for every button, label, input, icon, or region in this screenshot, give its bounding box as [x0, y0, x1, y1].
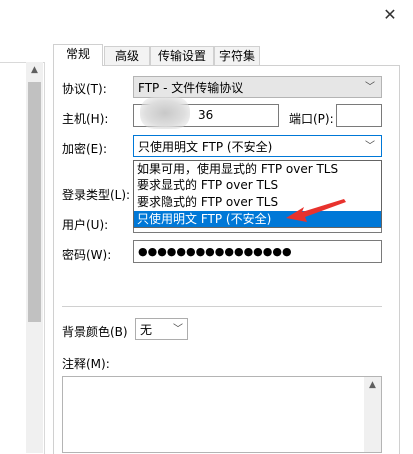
- scroll-up-icon[interactable]: ▲: [364, 377, 381, 394]
- scrollbar-thumb[interactable]: [28, 82, 41, 322]
- tab-advanced[interactable]: 高级: [104, 46, 150, 66]
- host-label: 主机(H):: [62, 112, 109, 126]
- chevron-down-icon: ﹀: [365, 82, 375, 93]
- protocol-select[interactable]: FTP - 文件传输协议 ﹀: [133, 76, 382, 98]
- logon-type-label: 登录类型(L):: [62, 188, 131, 202]
- tab-charset[interactable]: 字符集: [214, 46, 260, 66]
- comments-textarea[interactable]: ▲: [62, 376, 382, 453]
- port-input[interactable]: [336, 104, 382, 127]
- separator: [62, 306, 382, 307]
- scroll-up-icon[interactable]: ▲: [26, 62, 43, 79]
- password-label: 密码(W):: [62, 248, 112, 262]
- background-color-label: 背景颜色(B): [62, 325, 128, 339]
- chevron-down-icon: ﹀: [365, 141, 375, 152]
- encryption-select-value: 只使用明文 FTP (不安全): [138, 140, 273, 154]
- encryption-option[interactable]: 如果可用，使用显式的 FTP over TLS: [134, 161, 381, 177]
- encryption-select[interactable]: 只使用明文 FTP (不安全) ﹀: [133, 135, 382, 157]
- tab-transfer-settings[interactable]: 传输设置: [150, 46, 214, 66]
- background-color-select[interactable]: 无 ﹀: [135, 318, 188, 340]
- port-label: 端口(P):: [289, 112, 334, 126]
- redaction-blur: [140, 97, 190, 129]
- background-color-value: 无: [140, 323, 153, 337]
- close-icon[interactable]: ✕: [381, 6, 399, 24]
- protocol-label: 协议(T):: [62, 82, 107, 96]
- annotation-arrow-icon: [286, 199, 346, 222]
- host-input-value: 36: [198, 108, 214, 122]
- comments-label: 注释(M):: [62, 357, 110, 371]
- comments-scrollbar[interactable]: ▲: [364, 377, 381, 452]
- password-input[interactable]: ●●●●●●●●●●●●●●●●: [133, 240, 382, 263]
- encryption-label: 加密(E):: [62, 142, 107, 156]
- tab-general[interactable]: 常规: [53, 44, 103, 66]
- protocol-select-value: FTP - 文件传输协议: [138, 81, 244, 95]
- user-label: 用户(U):: [62, 218, 109, 232]
- chevron-down-icon: ﹀: [173, 324, 183, 335]
- site-tree-scrollbar[interactable]: ▲: [26, 62, 43, 453]
